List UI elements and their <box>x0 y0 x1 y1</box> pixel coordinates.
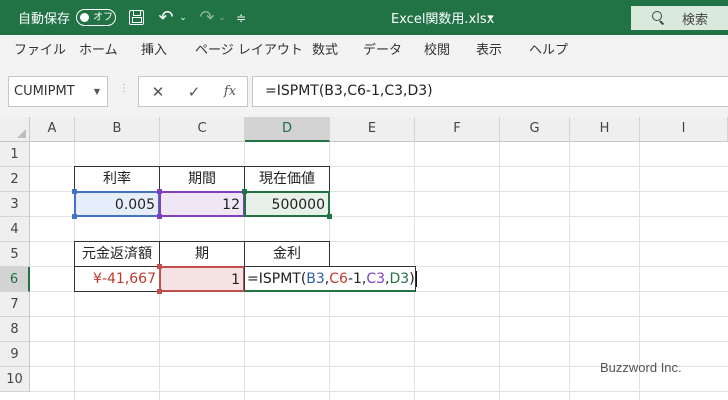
tab-file[interactable]: ファイル <box>14 35 66 66</box>
watermark: Buzzword Inc. <box>600 360 682 375</box>
row-header-3[interactable]: 3 <box>0 192 30 217</box>
tab-insert[interactable]: 挿入 <box>141 35 167 66</box>
name-box[interactable]: CUMIPMT ▼ <box>8 76 108 107</box>
row-header-1[interactable]: 1 <box>0 142 30 167</box>
title-bar: 自動保存 オフ ↶ ⌄ ↷ ⌄ ≑ Excel関数用.xlsx ▾ 検索 <box>0 0 728 35</box>
ref-handle[interactable] <box>157 189 162 194</box>
formula-prefix: =ISPMT( <box>247 271 307 287</box>
column-header-d[interactable]: D <box>245 117 330 142</box>
ref-handle[interactable] <box>242 189 247 194</box>
column-header-e[interactable]: E <box>330 117 415 142</box>
text-caret <box>415 271 417 287</box>
column-header-g[interactable]: G <box>500 117 570 142</box>
tab-formulas[interactable]: 数式 <box>312 35 338 66</box>
save-icon <box>128 10 144 25</box>
name-box-dropdown-icon[interactable]: ▼ <box>94 87 100 96</box>
row-header-4[interactable]: 4 <box>0 217 30 242</box>
cell-c6[interactable]: 1 <box>159 266 245 292</box>
cancel-icon[interactable]: ✕ <box>147 77 169 106</box>
column-header-a[interactable]: A <box>30 117 75 142</box>
active-cell-d6[interactable]: =ISPMT(B3,C6-1,C3,D3) <box>244 266 417 292</box>
cell-d3[interactable]: 500000 <box>244 191 330 217</box>
cell-b6[interactable]: ¥-41,667 <box>74 266 160 292</box>
insert-function-button[interactable]: fx <box>219 77 241 106</box>
tab-page-layout[interactable]: ページ レイアウト <box>195 35 303 66</box>
cell-c2[interactable]: 期間 <box>159 166 245 192</box>
customize-toolbar-icon[interactable]: ≑ <box>233 0 249 35</box>
enter-icon[interactable]: ✓ <box>183 77 205 106</box>
column-header-b[interactable]: B <box>75 117 160 142</box>
cell-c3[interactable]: 12 <box>159 191 245 217</box>
ref-handle[interactable] <box>327 214 332 219</box>
ref-handle[interactable] <box>157 214 162 219</box>
undo-dropdown-icon[interactable]: ⌄ <box>177 0 189 35</box>
column-header-i[interactable]: I <box>640 117 728 142</box>
row-header-6[interactable]: 6 <box>0 267 30 292</box>
save-button[interactable] <box>125 0 147 35</box>
formula-ref-c6: C6 <box>329 271 348 287</box>
search-box[interactable]: 検索 <box>631 6 728 30</box>
title-dropdown-icon[interactable]: ▾ <box>488 0 493 35</box>
row-header-5[interactable]: 5 <box>0 242 30 267</box>
row-header-7[interactable]: 7 <box>0 292 30 317</box>
cell-b3[interactable]: 0.005 <box>74 191 160 217</box>
formula-minus-one: -1, <box>347 271 367 287</box>
ref-handle[interactable] <box>157 289 162 294</box>
tab-view[interactable]: 表示 <box>476 35 502 66</box>
formula-ref-c3: C3 <box>366 271 386 287</box>
select-all-button[interactable] <box>0 117 30 142</box>
tab-home[interactable]: ホーム <box>79 35 118 66</box>
column-header-f[interactable]: F <box>415 117 500 142</box>
row-header-8[interactable]: 8 <box>0 317 30 342</box>
select-all-icon <box>17 129 26 138</box>
formula-ref-d3: D3 <box>389 271 410 287</box>
cell-b2[interactable]: 利率 <box>74 166 160 192</box>
row-header-9[interactable]: 9 <box>0 342 30 367</box>
row-header-10[interactable]: 10 <box>0 367 30 392</box>
tab-data[interactable]: データ <box>363 35 402 66</box>
formula-suffix: ) <box>409 271 415 287</box>
row-header-2[interactable]: 2 <box>0 167 30 192</box>
tab-help[interactable]: ヘルプ <box>529 35 568 66</box>
cell-d2[interactable]: 現在価値 <box>244 166 330 192</box>
ref-handle[interactable] <box>72 214 77 219</box>
cell-c5[interactable]: 期 <box>159 241 245 267</box>
ref-handle[interactable] <box>72 189 77 194</box>
column-header-c[interactable]: C <box>160 117 245 142</box>
autosave-toggle[interactable]: オフ <box>76 9 116 26</box>
redo-dropdown-icon[interactable]: ⌄ <box>216 0 228 35</box>
ref-handle[interactable] <box>157 264 162 269</box>
ribbon-tabs: ファイル ホーム 挿入 ページ レイアウト 数式 データ 校閲 表示 ヘルプ <box>0 35 728 66</box>
autosave-label: 自動保存 <box>18 12 71 27</box>
autosave-state: オフ <box>93 11 113 23</box>
tab-review[interactable]: 校閲 <box>424 35 450 66</box>
document-title[interactable]: Excel関数用.xlsx <box>391 0 494 35</box>
toggle-knob <box>80 13 89 22</box>
name-box-value: CUMIPMT <box>14 84 75 99</box>
splitter-handle-icon[interactable]: ⋮ <box>119 83 129 94</box>
formula-bar: CUMIPMT ▼ ⋮ ✕ ✓ fx =ISPMT(B3,C6-1,C3,D3) <box>0 66 728 117</box>
search-icon <box>651 11 665 25</box>
undo-icon[interactable]: ↶ <box>155 0 177 35</box>
cell-d5[interactable]: 金利 <box>244 241 330 267</box>
formula-buttons: ✕ ✓ fx <box>138 76 248 107</box>
cell-b5[interactable]: 元金返済額 <box>74 241 160 267</box>
redo-icon[interactable]: ↷ <box>196 0 218 35</box>
search-label: 検索 <box>682 12 709 28</box>
formula-ref-b3: B3 <box>306 271 325 287</box>
column-header-h[interactable]: H <box>570 117 640 142</box>
formula-input[interactable]: =ISPMT(B3,C6-1,C3,D3) <box>252 76 728 107</box>
